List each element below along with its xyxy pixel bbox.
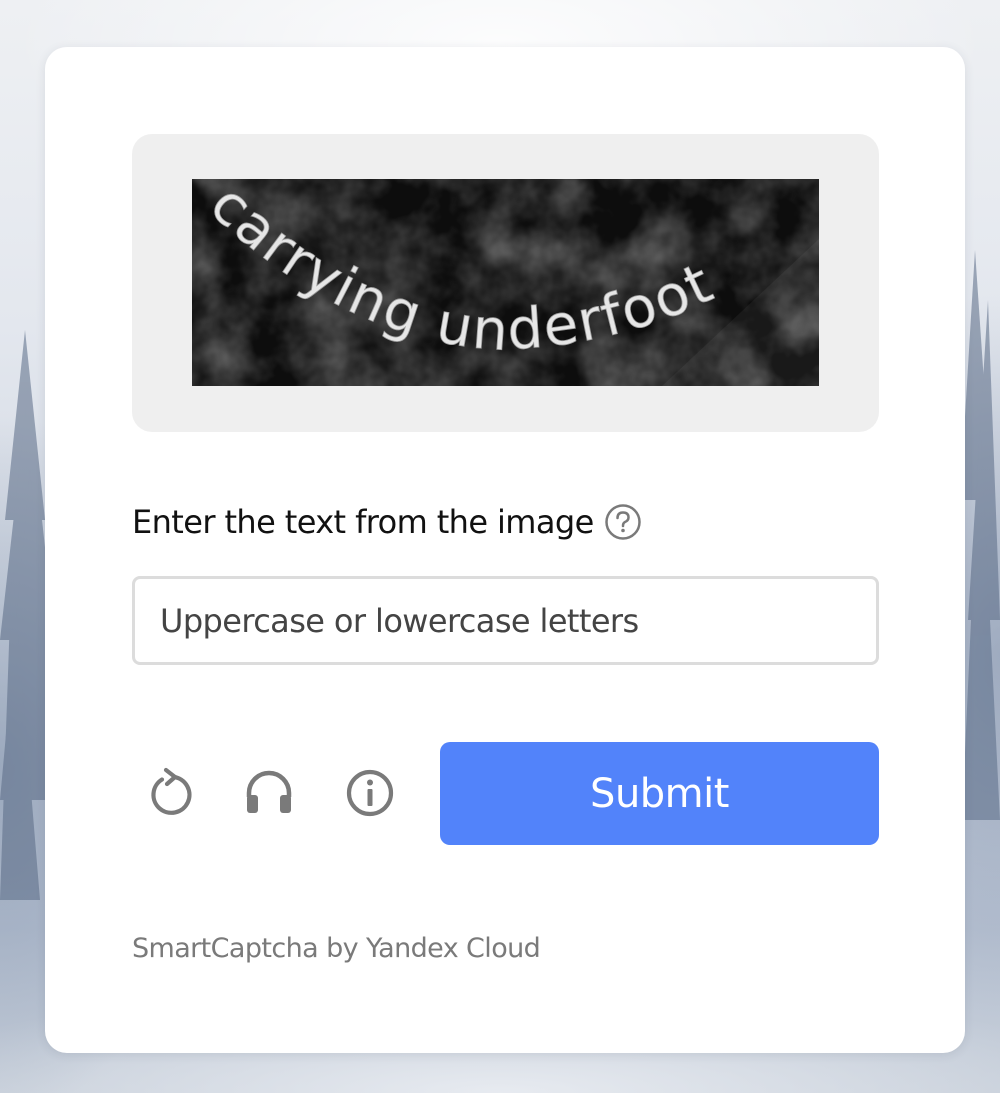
prompt-row: Enter the text from the image [132, 502, 642, 542]
submit-button[interactable]: Submit [440, 742, 879, 845]
footer-branding: SmartCaptcha by Yandex Cloud [132, 933, 541, 964]
info-button[interactable] [340, 763, 400, 823]
headphones-icon [246, 770, 292, 813]
question-circle-icon[interactable] [604, 503, 642, 541]
captcha-image: carrying underfoot [192, 179, 819, 386]
captcha-answer-input[interactable] [132, 576, 879, 665]
info-icon [346, 769, 394, 817]
captcha-card: carrying underfoot Enter the text from t… [45, 47, 965, 1053]
refresh-button[interactable] [140, 763, 200, 823]
prompt-label: Enter the text from the image [132, 503, 594, 541]
refresh-icon [151, 767, 192, 815]
audio-button[interactable] [239, 763, 299, 823]
captcha-image-frame: carrying underfoot [132, 134, 879, 432]
